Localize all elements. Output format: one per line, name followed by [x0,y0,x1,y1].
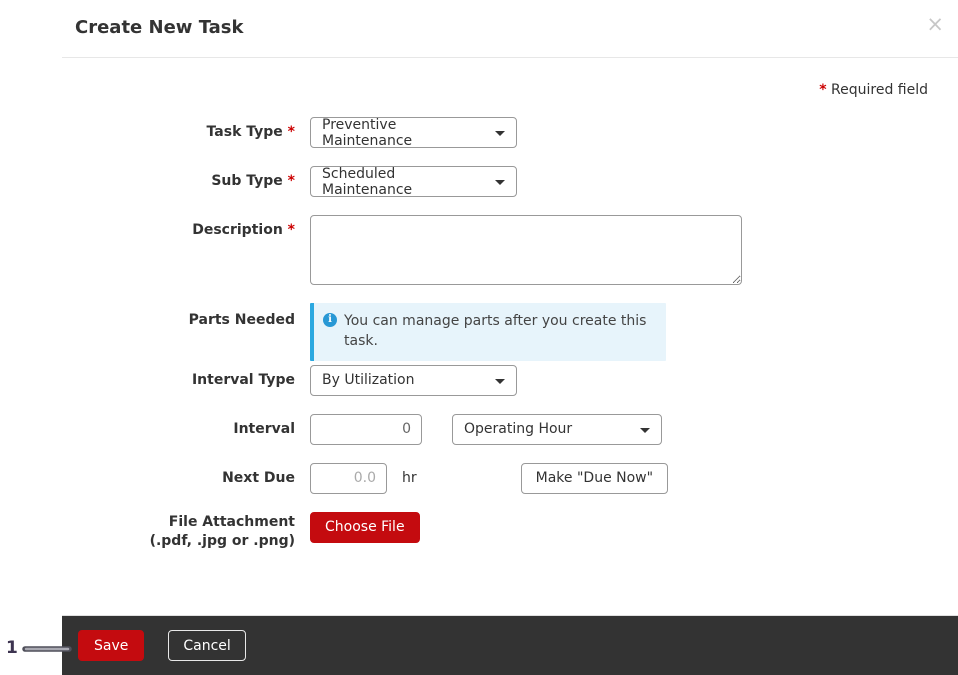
make-due-now-button[interactable]: Make "Due Now" [521,463,668,494]
next-due-row: Next Due hr Make "Due Now" [62,463,958,494]
chevron-down-icon [495,131,505,136]
interval-row: Interval Operating Hour [62,414,958,445]
file-attachment-row: File Attachment (.pdf, .jpg or .png) Cho… [62,512,958,552]
description-label: Description * [62,215,295,241]
page-title: Create New Task [75,17,243,38]
description-input[interactable] [310,215,742,285]
interval-label: Interval [62,414,295,440]
required-asterisk: * [288,173,295,189]
close-icon[interactable]: × [926,14,944,35]
modal-body: * Required field Task Type * Preventive … [62,58,958,552]
task-type-row: Task Type * Preventive Maintenance [62,117,958,148]
next-due-input[interactable] [310,463,387,494]
required-asterisk: * [288,124,295,140]
modal-footer: Save Cancel [62,615,958,675]
choose-file-button[interactable]: Choose File [310,512,420,543]
interval-unit-value: Operating Hour [464,421,572,437]
file-attachment-label-line2: (.pdf, .jpg or .png) [62,532,295,552]
save-button[interactable]: Save [78,630,144,661]
parts-info-alert: i You can manage parts after you create … [310,303,666,361]
required-asterisk: * [819,82,826,98]
task-type-label: Task Type * [62,117,295,143]
parts-needed-row: Parts Needed i You can manage parts afte… [62,303,958,361]
interval-unit-select[interactable]: Operating Hour [452,414,662,445]
interval-input[interactable] [310,414,422,445]
task-type-select[interactable]: Preventive Maintenance [310,117,517,148]
annotation-arrow [22,643,74,655]
next-due-unit: hr [402,470,417,486]
chevron-down-icon [495,180,505,185]
interval-type-label: Interval Type [62,365,295,391]
file-attachment-label-line1: File Attachment [62,513,295,533]
task-type-value: Preventive Maintenance [322,117,486,149]
sub-type-select[interactable]: Scheduled Maintenance [310,166,517,197]
file-attachment-label: File Attachment (.pdf, .jpg or .png) [62,512,295,552]
parts-info-text: You can manage parts after you create th… [344,311,654,352]
cancel-button[interactable]: Cancel [168,630,245,661]
parts-needed-label: Parts Needed [62,303,295,331]
next-due-label: Next Due [62,463,295,489]
info-icon: i [323,313,337,327]
create-new-task-screen: Create New Task × * Required field Task … [0,0,958,675]
modal-header: Create New Task × [62,0,958,58]
interval-type-value: By Utilization [322,372,415,388]
description-row: Description * [62,215,958,285]
interval-type-select[interactable]: By Utilization [310,365,517,396]
sub-type-label: Sub Type * [62,166,295,192]
annotation-number: 1 [6,638,18,658]
interval-type-row: Interval Type By Utilization [62,365,958,396]
required-note-text: Required field [827,82,928,98]
chevron-down-icon [495,379,505,384]
chevron-down-icon [640,428,650,433]
create-new-task-modal: Create New Task × * Required field Task … [62,0,958,675]
required-field-note: * Required field [62,82,958,98]
sub-type-value: Scheduled Maintenance [322,166,486,198]
required-asterisk: * [288,222,295,238]
sub-type-row: Sub Type * Scheduled Maintenance [62,166,958,197]
